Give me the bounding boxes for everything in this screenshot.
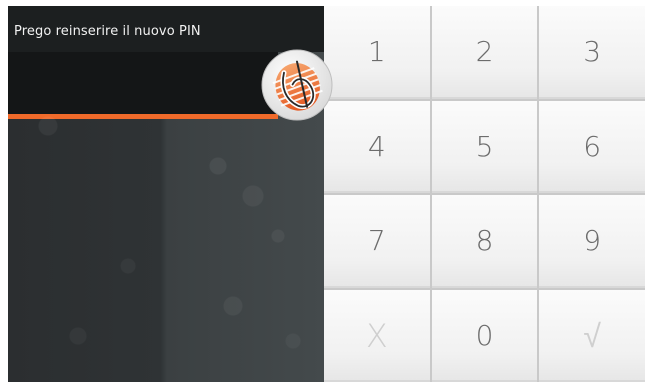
prompt-bar: Prego reinserire il nuovo PIN <box>8 6 326 52</box>
key-5[interactable]: 5 <box>431 100 538 193</box>
key-6[interactable]: 6 <box>539 100 645 193</box>
cancel-button[interactable]: X <box>324 289 430 382</box>
prompt-text: Prego reinserire il nuovo PIN <box>14 24 201 39</box>
numeric-keypad: 1 2 3 4 5 6 7 8 9 X 0 √ <box>324 6 645 382</box>
pin-entry-display <box>8 52 278 114</box>
key-2[interactable]: 2 <box>431 6 538 99</box>
brand-logo-icon <box>261 49 333 121</box>
confirm-button[interactable]: √ <box>539 289 645 382</box>
key-9[interactable]: 9 <box>539 195 645 288</box>
screen: Prego reinserire il nuovo PIN 1 2 3 4 5 … <box>0 0 651 388</box>
pin-underline <box>8 114 278 119</box>
key-1[interactable]: 1 <box>324 6 430 99</box>
key-4[interactable]: 4 <box>324 100 430 193</box>
cancel-icon: X <box>365 316 388 355</box>
key-0[interactable]: 0 <box>431 289 538 382</box>
key-8[interactable]: 8 <box>431 195 538 288</box>
key-7[interactable]: 7 <box>324 195 430 288</box>
key-3[interactable]: 3 <box>539 6 645 99</box>
checkmark-icon: √ <box>583 316 601 355</box>
